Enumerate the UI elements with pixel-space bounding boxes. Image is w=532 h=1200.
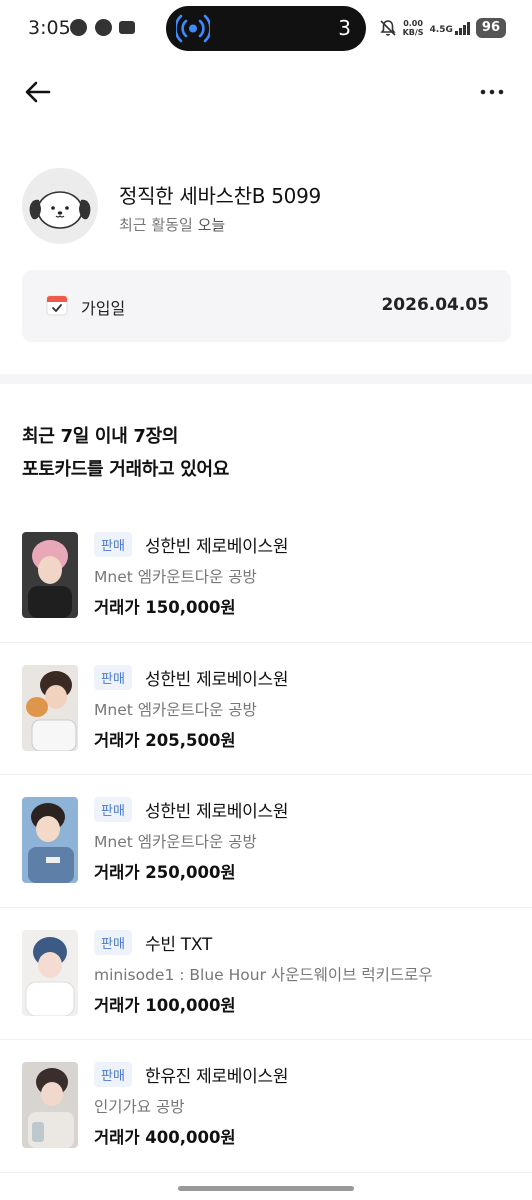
photocard-image [22,797,78,883]
whatsapp-icon [70,19,87,36]
trade-subtitle: Mnet 엠카운트다운 공방 [94,568,257,586]
join-label: 가입일 [81,299,126,318]
last-active-value: 오늘 [197,216,226,234]
trade-price: 거래가 250,000원 [94,863,236,882]
trade-title: 수빈 TXT [145,934,212,955]
trade-price: 거래가 205,500원 [94,730,236,750]
photocard-image [22,929,78,1016]
arrow-left-icon [25,81,51,103]
photocard-thumbnail[interactable] [22,929,78,1016]
status-bar: 3:05 3 0.00 KB/S 4.5G 96 [0,0,532,56]
photocard-thumbnail[interactable] [22,797,78,883]
trade-title: 성한빈 제로베이스원 [145,669,289,690]
photocard-thumbnail[interactable] [22,532,78,618]
dog-avatar-icon [29,191,91,229]
trade-subtitle: minisode1 : Blue Hour 사운드웨이브 럭키드로우 [94,965,433,984]
trade-item[interactable]: 판매 성한빈 제로베이스원 Mnet 엠카운트다운 공방 거래가 205,500… [0,643,532,775]
trade-price: 거래가 400,000원 [94,1128,236,1147]
trade-subtitle: 인기가요 공방 [94,1098,185,1116]
battery-indicator: 96 [475,18,506,38]
photocard-image [22,664,78,751]
photocard-image [22,1062,78,1148]
dynamic-island[interactable]: 3 [166,6,366,51]
sale-badge: 판매 [94,1062,132,1087]
trade-title: 한유진 제로베이스원 [145,1067,289,1087]
bell-muted-icon [379,20,396,36]
trade-price: 거래가 100,000원 [94,995,236,1015]
broadcast-icon [176,14,210,43]
app-notification-icon [119,21,135,34]
trade-title: 성한빈 제로베이스원 [145,537,289,557]
photocard-image [22,532,78,618]
sale-badge: 판매 [94,929,132,955]
profile-nickname: 정직한 세바스찬B 5099 [119,184,321,208]
trade-item[interactable]: 판매 성한빈 제로베이스원 Mnet 엠카운트다운 공방 거래가 150,000… [0,510,532,643]
summary-line-2: 포토카드를 거래하고 있어요 [22,459,230,480]
home-indicator[interactable] [178,1186,354,1191]
trade-summary: 최근 7일 이내 7장의 포토카드를 거래하고 있어요 [22,420,229,486]
status-time: 3:05 [28,17,71,39]
trade-item[interactable]: 판매 수빈 TXT minisode1 : Blue Hour 사운드웨이브 럭… [0,908,532,1040]
summary-line-1: 최근 7일 이내 7장의 [22,426,179,447]
more-horizontal-icon [480,89,504,95]
last-active: 최근 활동일 오늘 [119,214,225,235]
sale-badge: 판매 [94,532,132,557]
network-indicator: 4.5G [430,21,470,35]
last-active-label: 최근 활동일 [119,216,193,234]
more-options-button[interactable] [476,80,508,104]
island-counter: 3 [338,16,351,40]
trade-title: 성한빈 제로베이스원 [145,802,289,822]
sale-badge: 판매 [94,664,132,690]
trade-item[interactable]: 판매 한유진 제로베이스원 인기가요 공방 거래가 400,000원 [0,1040,532,1173]
trade-list: 판매 성한빈 제로베이스원 Mnet 엠카운트다운 공방 거래가 150,000… [0,510,532,1173]
join-date-card: 가입일 2026.04.05 [22,270,511,342]
signal-bars-icon [454,21,470,35]
trade-subtitle: Mnet 엠카운트다운 공방 [94,700,257,719]
section-divider [0,374,532,384]
chat-bubble-icon [95,19,112,36]
trade-price: 거래가 150,000원 [94,598,236,617]
calendar-check-icon [46,295,68,316]
trade-item[interactable]: 판매 성한빈 제로베이스원 Mnet 엠카운트다운 공방 거래가 250,000… [0,775,532,908]
join-date: 2026.04.05 [381,295,489,315]
network-speed: 0.00 KB/S [402,19,424,37]
photocard-thumbnail[interactable] [22,664,78,751]
status-right-group: 0.00 KB/S 4.5G 96 [379,16,506,40]
sale-badge: 판매 [94,797,132,822]
avatar[interactable] [22,168,98,244]
photocard-thumbnail[interactable] [22,1062,78,1148]
trade-subtitle: Mnet 엠카운트다운 공방 [94,833,257,851]
back-button[interactable] [22,76,54,108]
